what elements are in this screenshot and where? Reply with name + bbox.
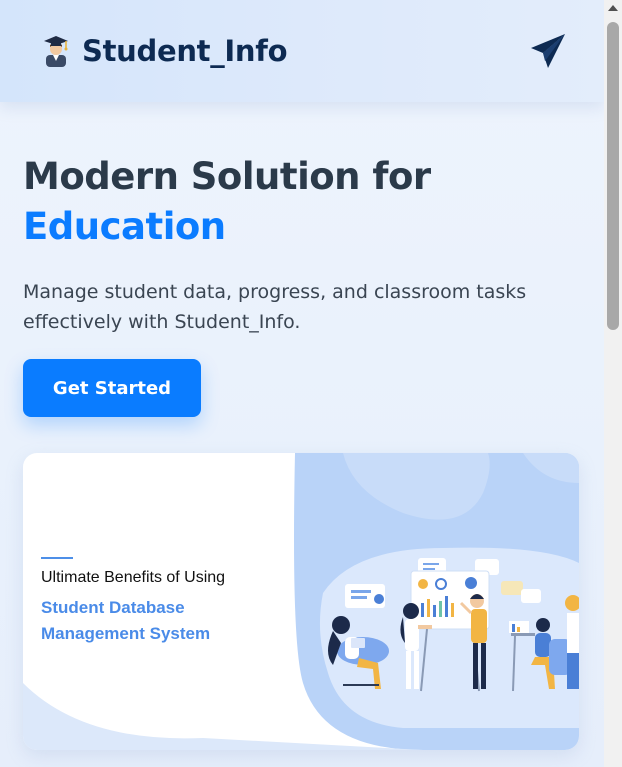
page: Student_Info Modern Solution for Educati… bbox=[0, 0, 604, 767]
brand-logo[interactable]: Student_Info bbox=[42, 34, 288, 68]
banner-accent-line bbox=[41, 557, 73, 559]
scroll-up-arrow-icon[interactable] bbox=[608, 5, 618, 11]
hero-title: Modern Solution for Education bbox=[23, 152, 583, 252]
graduate-student-icon bbox=[44, 36, 68, 67]
banner-card: Ultimate Benefits of Using Student Datab… bbox=[23, 453, 579, 750]
hero-title-line: Modern Solution for bbox=[23, 155, 431, 198]
brand-name: Student_Info bbox=[82, 34, 288, 68]
hero-subtitle: Manage student data, progress, and class… bbox=[23, 281, 527, 333]
get-started-button[interactable]: Get Started bbox=[23, 359, 201, 417]
top-navbar: Student_Info bbox=[0, 0, 604, 102]
banner-heading: Ultimate Benefits of Using bbox=[41, 569, 226, 586]
scrollbar-thumb[interactable] bbox=[607, 22, 619, 330]
vertical-scrollbar[interactable] bbox=[604, 0, 622, 767]
banner-subheading: Student Database Management System bbox=[41, 598, 211, 643]
paper-plane-icon[interactable] bbox=[528, 31, 568, 71]
hero-title-accent: Education bbox=[23, 205, 226, 248]
